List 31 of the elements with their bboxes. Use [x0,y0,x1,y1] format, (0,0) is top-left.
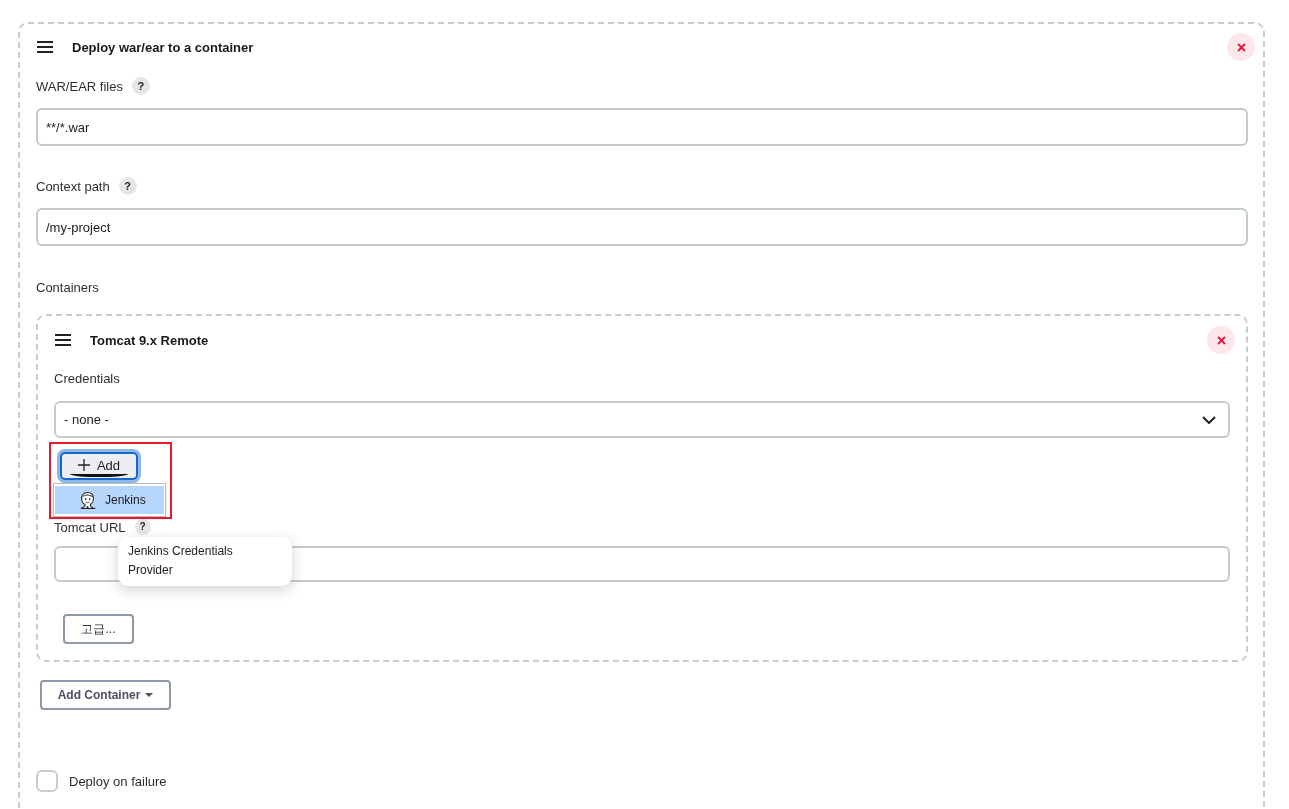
text-field[interactable] [54,546,1230,582]
credentials-dropdown[interactable]: - none - [54,401,1230,438]
drag-handle-icon[interactable] [37,41,53,53]
help-button[interactable]: ? [118,177,137,195]
butler-icon [78,490,97,510]
close-button[interactable] [1207,326,1235,354]
field-label: Context path [36,178,110,194]
field-label: WAR/EAR files [36,78,123,94]
section-label: Containers [36,279,99,295]
field-label: Credentials [54,370,120,386]
help-button[interactable]: ? [134,519,151,535]
chevron-down-icon [1202,415,1216,424]
close-button[interactable] [1227,33,1255,61]
close-icon [1216,335,1226,345]
checkbox[interactable] [36,770,58,792]
add-button[interactable]: Add [60,452,138,480]
menu-item[interactable]: Jenkins [55,486,164,514]
plus-icon [77,459,90,471]
add-container-button[interactable]: Add Container [40,680,171,710]
text-field[interactable]: **/*.war [36,108,1248,146]
text-field[interactable]: /my-project [36,208,1248,246]
help-button[interactable]: ? [131,77,150,95]
tooltip: Jenkins Credentials Provider [118,537,292,586]
panel-title: Deploy war/ear to a container [72,39,255,55]
checkbox-label: Deploy on failure [69,773,167,789]
drag-handle-icon[interactable] [55,334,71,346]
caret-icon [145,693,154,697]
close-icon [1236,42,1246,52]
advanced-button[interactable]: 고급... [63,614,134,644]
panel-title: Tomcat 9.x Remote [90,332,210,348]
field-label: Tomcat URL [54,519,126,535]
